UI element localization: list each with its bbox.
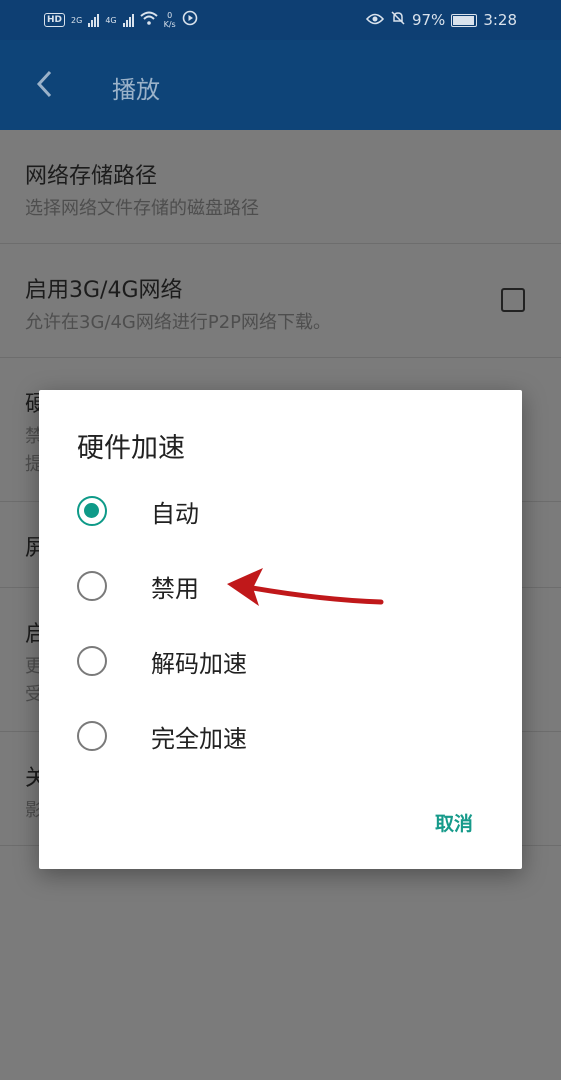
clock: 3:28 bbox=[483, 11, 517, 29]
battery-percent: 97% bbox=[411, 11, 446, 29]
dialog-title: 硬件加速 bbox=[77, 433, 185, 464]
cancel-button[interactable]: 取消 bbox=[435, 809, 473, 836]
battery-icon bbox=[451, 13, 478, 27]
mobile-network-checkbox[interactable] bbox=[501, 288, 525, 312]
setting-enable-mobile-network[interactable]: 启用3G/4G网络 允许在3G/4G网络进行P2P网络下载。 bbox=[0, 244, 561, 358]
option-auto[interactable]: 自动 bbox=[77, 486, 457, 536]
network-4g-label: 4G bbox=[105, 15, 117, 25]
hardware-accel-dialog: 硬件加速 自动 禁用 解码加速 完全加速 取消 bbox=[39, 390, 522, 869]
signal-icon-2 bbox=[122, 13, 134, 27]
radio-icon[interactable] bbox=[77, 721, 107, 751]
annotation-arrow-icon bbox=[227, 568, 384, 606]
app-bar: 播放 bbox=[0, 40, 561, 130]
option-full-accel[interactable]: 完全加速 bbox=[77, 711, 457, 761]
setting-title: 启用3G/4G网络 bbox=[25, 278, 183, 303]
signal-icon bbox=[88, 13, 100, 27]
option-decode-accel[interactable]: 解码加速 bbox=[77, 636, 457, 686]
wifi-icon bbox=[139, 11, 158, 29]
radio-icon[interactable] bbox=[77, 571, 107, 601]
option-label: 自动 bbox=[151, 499, 199, 528]
network-2g-label: 2G bbox=[71, 15, 83, 25]
status-right: 97% 3:28 bbox=[365, 10, 517, 30]
chevron-left-icon[interactable] bbox=[28, 66, 64, 102]
setting-subtitle: 允许在3G/4G网络进行P2P网络下载。 bbox=[25, 312, 332, 333]
option-label: 禁用 bbox=[151, 574, 199, 603]
page-title: 播放 bbox=[112, 76, 160, 104]
option-label: 解码加速 bbox=[151, 649, 247, 678]
setting-storage-path[interactable]: 网络存储路径 选择网络文件存储的磁盘路径 bbox=[0, 130, 561, 244]
eye-icon bbox=[365, 11, 385, 29]
status-left: HD 2G 4G 0 K/s bbox=[44, 10, 198, 30]
mute-bell-icon bbox=[390, 10, 406, 30]
setting-title: 网络存储路径 bbox=[25, 164, 158, 189]
status-bar: HD 2G 4G 0 K/s 97% 3:28 bbox=[0, 0, 561, 40]
radio-icon[interactable] bbox=[77, 646, 107, 676]
net-speed: 0 K/s bbox=[163, 11, 176, 29]
hd-voice-icon: HD bbox=[44, 13, 66, 27]
radio-selected-icon[interactable] bbox=[77, 496, 107, 526]
setting-subtitle: 选择网络文件存储的磁盘路径 bbox=[25, 198, 259, 219]
play-icon bbox=[182, 10, 198, 30]
option-label: 完全加速 bbox=[151, 724, 247, 753]
